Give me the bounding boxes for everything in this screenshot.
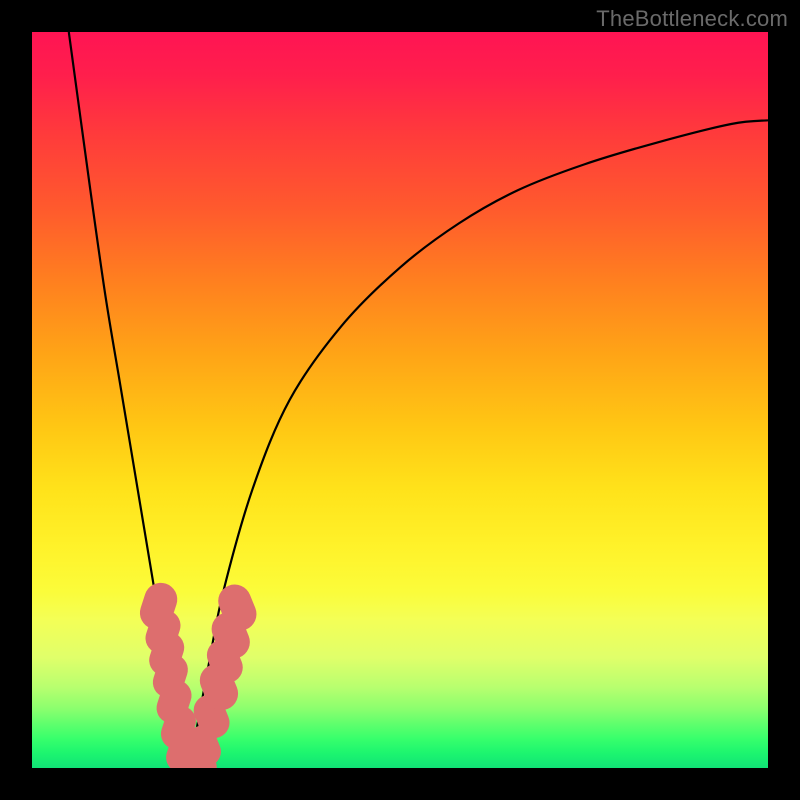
curve-layer [32, 32, 768, 768]
plot-area [32, 32, 768, 768]
highlighted-points-group [136, 579, 262, 768]
watermark-text: TheBottleneck.com [596, 6, 788, 32]
right-branch-curve [190, 120, 768, 768]
chart-frame: TheBottleneck.com [0, 0, 800, 800]
